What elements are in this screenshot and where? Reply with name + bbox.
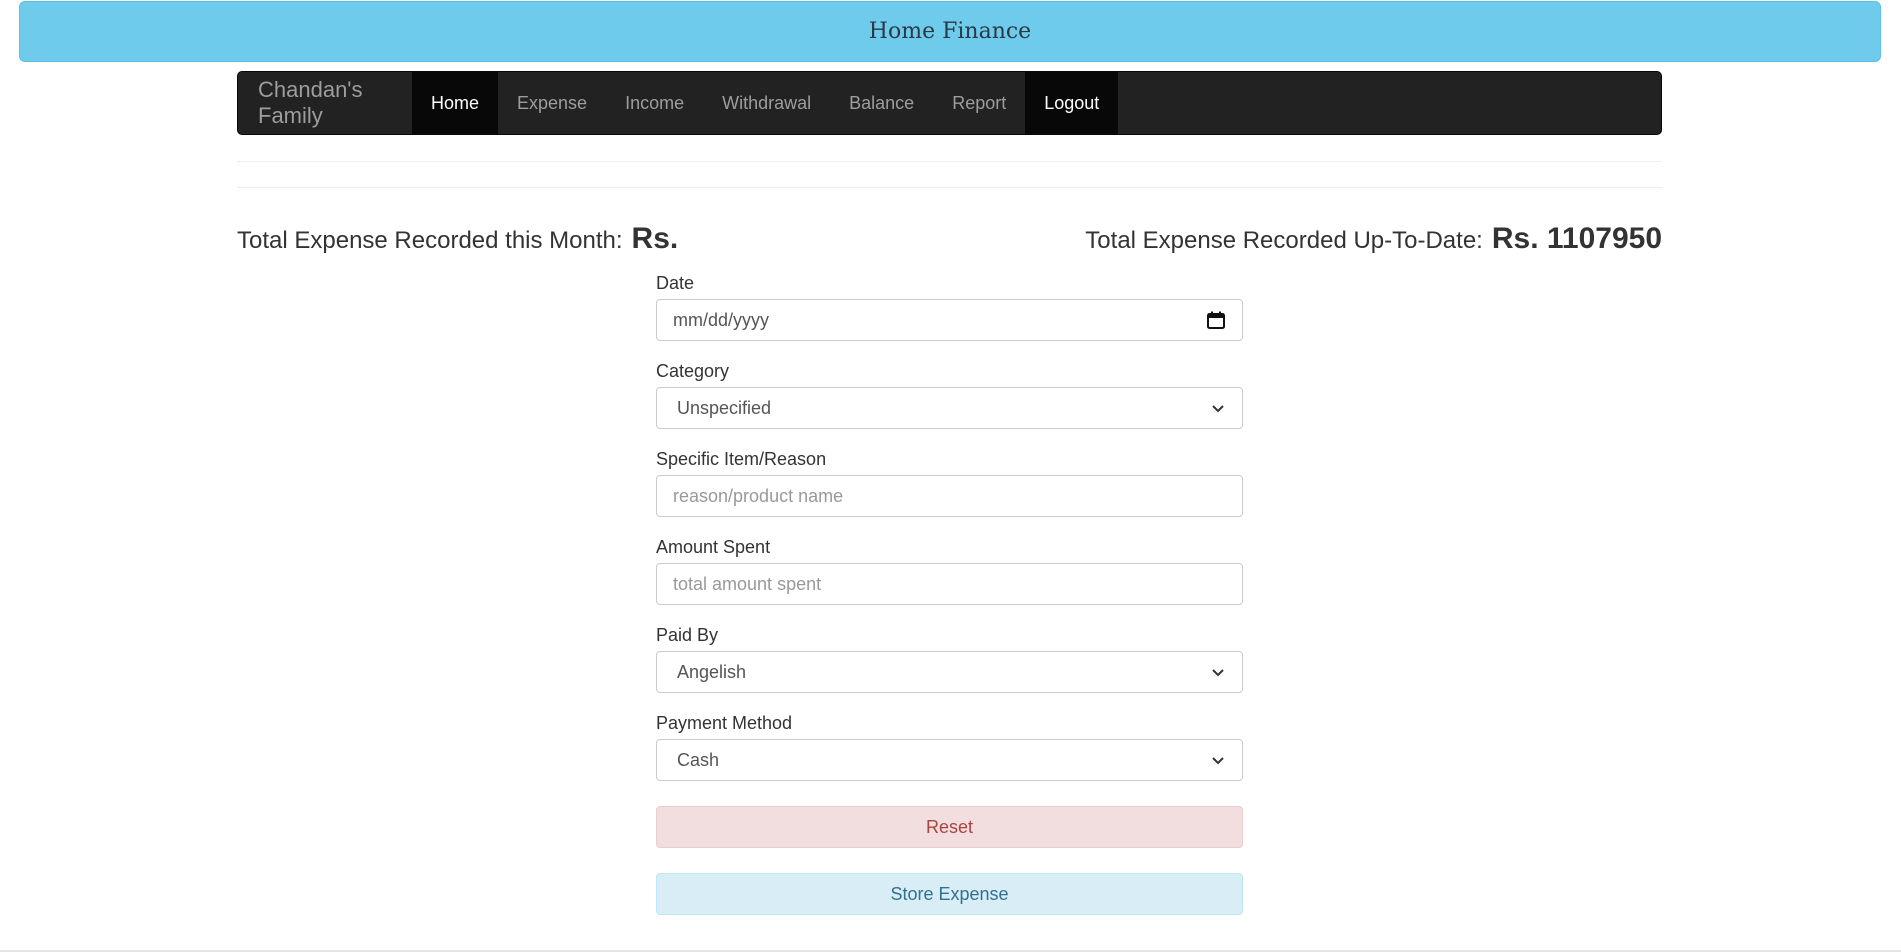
divider-bottom xyxy=(237,187,1662,188)
category-selected: Unspecified xyxy=(677,397,772,418)
paid-by-selected: Angelish xyxy=(677,661,747,682)
nav-home[interactable]: Home xyxy=(412,72,499,134)
payment-method-group: Payment Method Cash xyxy=(656,713,1243,781)
navbar-brand[interactable]: Chandan's Family xyxy=(238,72,412,134)
amount-label: Amount Spent xyxy=(656,537,771,557)
total-expense-value: Rs. 1107950 xyxy=(1491,222,1662,255)
chevron-down-icon xyxy=(1212,669,1224,677)
category-select[interactable]: Unspecified xyxy=(656,387,1243,429)
date-placeholder: mm/dd/yyyy xyxy=(673,309,770,330)
amount-placeholder: total amount spent xyxy=(673,573,822,594)
expense-form: Date mm/dd/yyyy Category Unspecified Spe… xyxy=(656,273,1243,915)
app-title: Home Finance xyxy=(868,19,1032,44)
navbar: Chandan's Family Home Expense Income Wit… xyxy=(237,71,1662,135)
store-expense-button[interactable]: Store Expense xyxy=(656,873,1243,915)
item-label: Specific Item/Reason xyxy=(656,449,827,469)
nav-logout[interactable]: Logout xyxy=(1025,72,1119,134)
payment-method-select[interactable]: Cash xyxy=(656,739,1243,781)
date-group: Date mm/dd/yyyy xyxy=(656,273,1243,341)
total-expense-label: Total Expense Recorded Up-To-Date: xyxy=(1085,227,1483,254)
month-expense-value: Rs. xyxy=(631,222,679,255)
reset-button[interactable]: Reset xyxy=(656,806,1243,848)
item-input[interactable]: reason/product name xyxy=(656,475,1243,517)
nav-report[interactable]: Report xyxy=(933,72,1025,134)
month-expense-label: Total Expense Recorded this Month: xyxy=(237,227,623,254)
nav-income[interactable]: Income xyxy=(606,72,703,134)
paid-by-select[interactable]: Angelish xyxy=(656,651,1243,693)
amount-group: Amount Spent total amount spent xyxy=(656,537,1243,605)
nav-withdrawal[interactable]: Withdrawal xyxy=(703,72,830,134)
nav-balance[interactable]: Balance xyxy=(830,72,933,134)
date-label: Date xyxy=(656,273,695,293)
paid-by-label: Paid By xyxy=(656,625,719,645)
item-group: Specific Item/Reason reason/product name xyxy=(656,449,1243,517)
app-header-banner: Home Finance xyxy=(19,1,1881,62)
chevron-down-icon xyxy=(1212,405,1224,413)
category-group: Category Unspecified xyxy=(656,361,1243,429)
payment-method-label: Payment Method xyxy=(656,713,793,733)
category-label: Category xyxy=(656,361,730,381)
item-placeholder: reason/product name xyxy=(673,485,844,506)
total-expense-stat: Total Expense Recorded Up-To-Date: Rs. 1… xyxy=(1085,222,1662,256)
nav-expense[interactable]: Expense xyxy=(498,72,606,134)
chevron-down-icon xyxy=(1212,757,1224,765)
payment-method-selected: Cash xyxy=(677,749,720,770)
amount-input[interactable]: total amount spent xyxy=(656,563,1243,605)
date-input[interactable]: mm/dd/yyyy xyxy=(656,299,1243,341)
divider-top xyxy=(237,161,1662,162)
paid-by-group: Paid By Angelish xyxy=(656,625,1243,693)
calendar-icon[interactable] xyxy=(1206,310,1226,330)
month-expense-stat: Total Expense Recorded this Month: Rs. xyxy=(237,222,678,256)
